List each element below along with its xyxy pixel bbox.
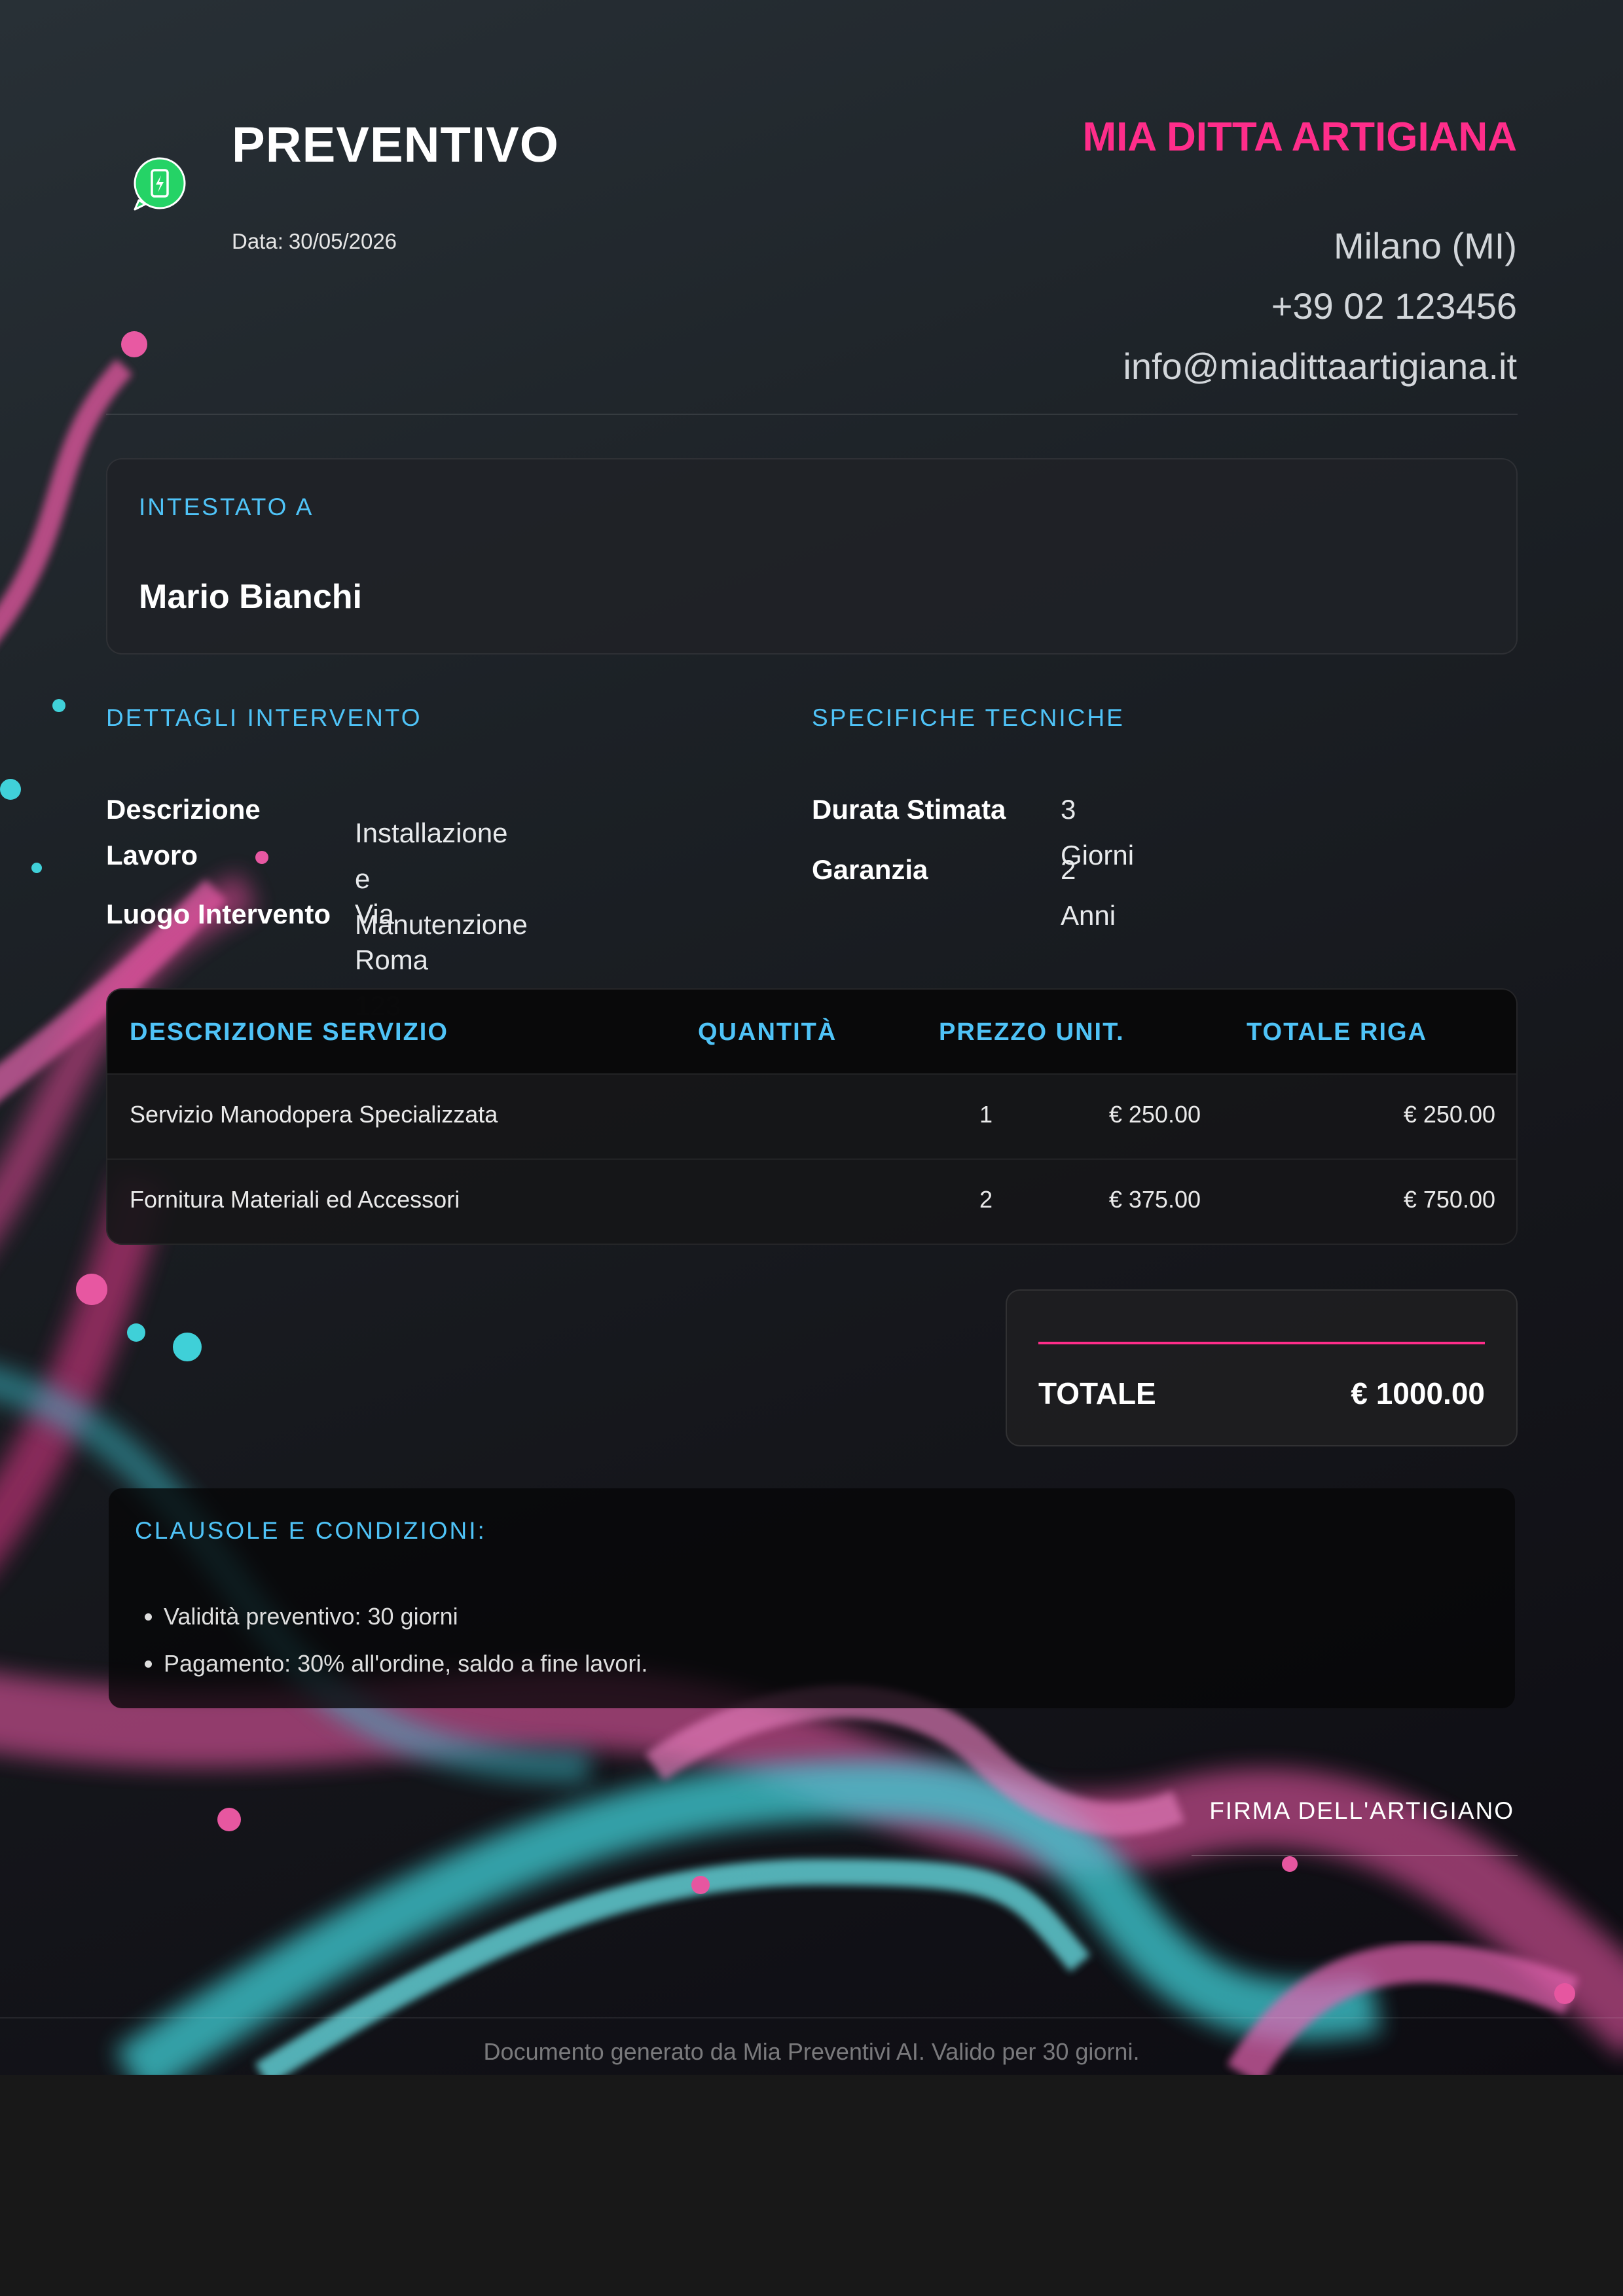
duration-label: Durata Stimata: [812, 794, 1006, 825]
signature-line: [1192, 1855, 1518, 1856]
table-header: DESCRIZIONE SERVIZIO QUANTITÀ PREZZO UNI…: [107, 990, 1516, 1073]
signature-label: FIRMA DELL'ARTIGIANO: [1209, 1797, 1514, 1824]
row-unit-price: € 375.00: [1108, 1186, 1201, 1213]
table-row: Servizio Manodopera Specializzata 1 € 25…: [107, 1073, 1516, 1158]
specs-section: SPECIFICHE TECNICHE Durata Stimata 3 Gio…: [812, 704, 1134, 931]
footer-note: Documento generato da Mia Preventivi AI.…: [483, 2038, 1140, 2065]
terms-item: Validità preventivo: 30 giorni: [164, 1593, 647, 1640]
work-description-row: Descrizione Lavoro Installazione e Manut…: [106, 787, 528, 940]
row-description: Fornitura Materiali ed Accessori: [130, 1186, 460, 1213]
row-quantity: 1: [979, 1101, 993, 1128]
header-quantity: QUANTITÀ: [698, 1018, 837, 1046]
row-line-total: € 750.00: [1403, 1186, 1495, 1213]
date-label: Data:: [232, 229, 283, 253]
company-name: MIA DITTA ARTIGIANA: [1082, 115, 1517, 160]
header-line-total: TOTALE RIGA: [1247, 1018, 1428, 1046]
client-card: INTESTATO A Mario Bianchi: [106, 458, 1518, 655]
quote-page: PREVENTIVO Data: 30/05/2026 MIA DITTA ART…: [0, 0, 1623, 2075]
row-unit-price: € 250.00: [1108, 1101, 1201, 1128]
work-place-label: Luogo Intervento: [106, 899, 331, 929]
company-city: Milano (MI): [1333, 225, 1517, 266]
footer-divider: [0, 2017, 1623, 2018]
client-label: INTESTATO A: [139, 493, 314, 520]
warranty-row: Garanzia 2 Anni: [812, 847, 1125, 931]
terms-title: CLAUSOLE E CONDIZIONI:: [135, 1517, 486, 1544]
company-phone: +39 02 123456: [1271, 285, 1517, 327]
duration-row: Durata Stimata 3 Giorni: [812, 787, 1134, 870]
items-table: DESCRIZIONE SERVIZIO QUANTITÀ PREZZO UNI…: [106, 988, 1518, 1245]
quote-date: Data: 30/05/2026: [232, 229, 397, 254]
header-divider: [106, 414, 1518, 415]
warranty-label: Garanzia: [812, 854, 928, 885]
terms-card: CLAUSOLE E CONDIZIONI: Validità preventi…: [109, 1488, 1515, 1708]
work-description-label: Descrizione Lavoro: [106, 787, 261, 878]
table-row: Fornitura Materiali ed Accessori 2 € 375…: [107, 1158, 1516, 1244]
company-contact: Milano (MI) +39 02 123456 info@miadittaa…: [1123, 216, 1517, 397]
document-title: PREVENTIVO: [232, 117, 559, 173]
details-title: DETTAGLI INTERVENTO: [106, 704, 422, 731]
row-line-total: € 250.00: [1403, 1101, 1495, 1128]
specs-title: SPECIFICHE TECNICHE: [812, 704, 1125, 731]
date-value: 30/05/2026: [288, 229, 397, 253]
row-description: Servizio Manodopera Specializzata: [130, 1101, 498, 1128]
total-accent-line: [1038, 1342, 1485, 1344]
terms-item: Pagamento: 30% all'ordine, saldo a fine …: [164, 1640, 647, 1687]
row-quantity: 2: [979, 1186, 993, 1213]
header-description: DESCRIZIONE SERVIZIO: [130, 1018, 448, 1046]
total-value: € 1000.00: [1351, 1376, 1485, 1410]
whatsapp-phone-icon: [134, 157, 186, 211]
work-description-label-line1: Descrizione: [106, 794, 261, 825]
details-section: DETTAGLI INTERVENTO Descrizione Lavoro I…: [106, 704, 528, 1021]
terms-list: Validità preventivo: 30 giorni Pagamento…: [135, 1593, 647, 1687]
company-email: info@miadittaartigiana.it: [1123, 346, 1517, 387]
header-unit-price: PREZZO UNIT.: [939, 1018, 1125, 1046]
client-name: Mario Bianchi: [139, 578, 362, 616]
work-place-row: Luogo Intervento Via Roma 123: [106, 891, 428, 1021]
total-label: TOTALE: [1038, 1376, 1156, 1410]
work-description-label-line2: Lavoro: [106, 840, 198, 870]
total-card: TOTALE € 1000.00: [1006, 1289, 1518, 1446]
warranty-value: 2 Anni: [1061, 854, 1116, 931]
